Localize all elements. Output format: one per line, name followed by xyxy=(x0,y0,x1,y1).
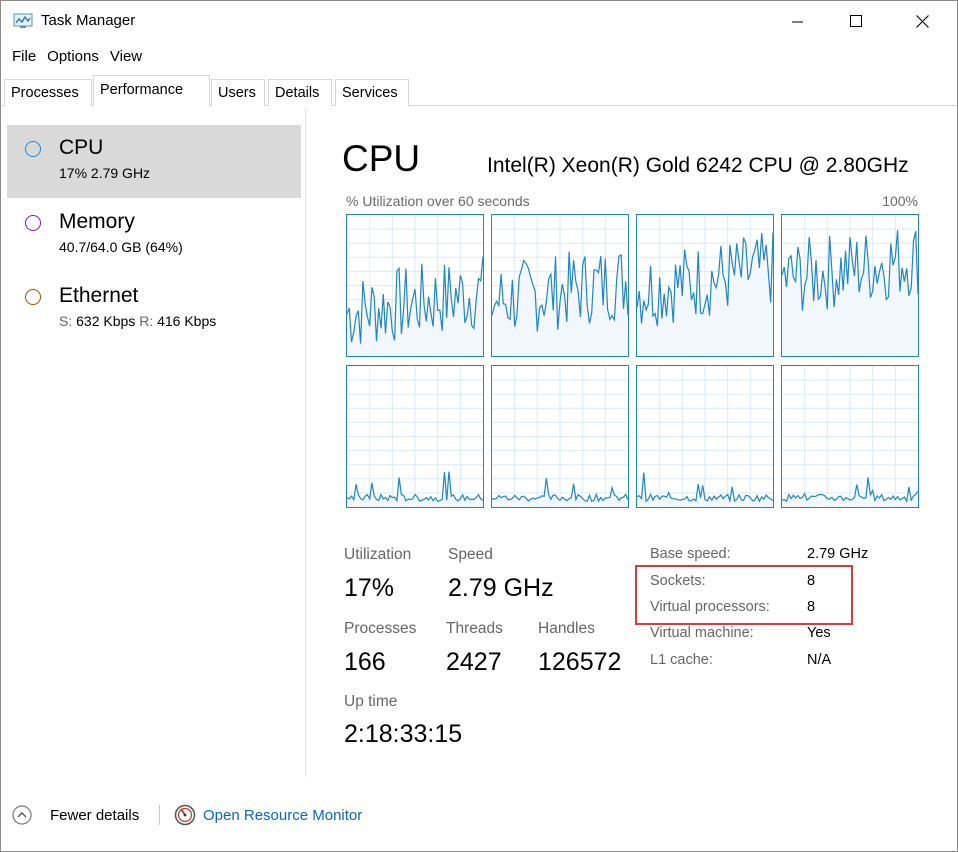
receive-value: 416 Kbps xyxy=(157,313,217,329)
processes-label: Processes xyxy=(344,620,417,637)
tab-performance[interactable]: Performance xyxy=(93,75,210,106)
virtual-machine-value: Yes xyxy=(807,625,831,641)
memory-circle-icon xyxy=(25,215,41,231)
cpu-core-graph xyxy=(346,214,485,358)
cpu-core-graph xyxy=(781,214,920,358)
performance-panel: CPU 17% 2.79 GHz Memory 40.7/64.0 GB (64… xyxy=(1,107,957,777)
task-manager-icon xyxy=(13,13,33,28)
core-graph-canvas xyxy=(781,215,920,358)
speed-label: Speed xyxy=(448,546,493,563)
tab-bar: Processes Performance Users Details Serv… xyxy=(1,75,957,107)
cpu-core-graph xyxy=(346,365,485,509)
receive-label: R: xyxy=(139,313,154,329)
base-speed-label: Base speed: xyxy=(650,546,731,562)
cpu-core-graph xyxy=(636,365,775,509)
cpu-graph-grid[interactable] xyxy=(346,214,920,512)
utilization-label: Utilization xyxy=(344,546,412,563)
graph-caption: % Utilization over 60 seconds xyxy=(346,193,530,209)
uptime-value: 2:18:33:15 xyxy=(344,720,463,748)
send-label: S: xyxy=(59,313,73,329)
cpu-model-name: Intel(R) Xeon(R) Gold 6242 CPU @ 2.80GHz xyxy=(487,154,909,177)
handles-label: Handles xyxy=(538,620,595,637)
footer-divider xyxy=(159,805,160,825)
resource-sidebar: CPU 17% 2.79 GHz Memory 40.7/64.0 GB (64… xyxy=(1,107,306,777)
resource-monitor-icon[interactable] xyxy=(174,804,196,826)
sidebar-item-cpu[interactable]: CPU 17% 2.79 GHz xyxy=(7,125,301,198)
tab-users[interactable]: Users xyxy=(211,79,265,106)
close-button[interactable] xyxy=(893,1,951,41)
base-speed-value: 2.79 GHz xyxy=(807,546,869,562)
highlight-box xyxy=(635,565,853,625)
minimize-icon xyxy=(792,21,803,23)
maximize-button[interactable] xyxy=(827,1,885,41)
sidebar-item-subtitle: 17% 2.79 GHz xyxy=(59,165,151,181)
cpu-core-graph xyxy=(636,214,775,358)
utilization-value: 17% xyxy=(344,574,395,602)
menu-file[interactable]: File xyxy=(1,45,43,69)
core-graph-canvas xyxy=(346,215,485,358)
fewer-details-button[interactable]: Fewer details xyxy=(50,807,139,824)
core-graph-canvas xyxy=(491,215,630,358)
menu-view[interactable]: View xyxy=(106,45,149,69)
task-manager-window: Task Manager File Options View Processes… xyxy=(0,0,958,852)
sidebar-item-subtitle: S: 632 Kbps R: 416 Kbps xyxy=(59,313,216,329)
speed-value: 2.79 GHz xyxy=(448,574,554,602)
l1-cache-label: L1 cache: xyxy=(650,652,713,668)
uptime-label: Up time xyxy=(344,693,398,710)
virtual-machine-label: Virtual machine: xyxy=(650,625,754,641)
page-title: CPU xyxy=(342,138,421,179)
core-graph-canvas xyxy=(636,366,775,509)
menu-bar: File Options View xyxy=(1,45,149,69)
footer-bar: Fewer details Open Resource Monitor xyxy=(1,777,957,851)
cpu-circle-icon xyxy=(25,141,41,157)
threads-label: Threads xyxy=(446,620,503,637)
core-graph-canvas xyxy=(492,366,630,509)
close-icon xyxy=(915,14,929,28)
send-value: 632 Kbps xyxy=(76,313,136,329)
handles-value: 126572 xyxy=(538,648,622,676)
menu-options[interactable]: Options xyxy=(43,45,106,69)
cpu-core-graph xyxy=(781,365,920,509)
sidebar-item-memory[interactable]: Memory 40.7/64.0 GB (64%) xyxy=(7,199,301,272)
cpu-core-graph xyxy=(491,365,630,509)
minimize-button[interactable] xyxy=(769,1,827,41)
cpu-details: CPU Intel(R) Xeon(R) Gold 6242 CPU @ 2.8… xyxy=(307,107,957,777)
window-title: Task Manager xyxy=(41,12,136,29)
core-graph-canvas xyxy=(346,366,485,509)
threads-value: 2427 xyxy=(446,648,502,676)
tab-processes[interactable]: Processes xyxy=(4,79,92,106)
l1-cache-value: N/A xyxy=(807,652,832,668)
sidebar-item-subtitle: 40.7/64.0 GB (64%) xyxy=(59,239,183,255)
core-graph-canvas xyxy=(781,366,920,509)
sidebar-item-title: CPU xyxy=(59,136,104,159)
ethernet-circle-icon xyxy=(25,289,41,305)
title-bar[interactable]: Task Manager xyxy=(1,1,957,41)
processes-value: 166 xyxy=(344,648,386,676)
sidebar-item-ethernet[interactable]: Ethernet S: 632 Kbps R: 416 Kbps xyxy=(7,273,301,346)
graph-max-label: 100% xyxy=(882,193,918,209)
maximize-icon xyxy=(850,15,862,27)
tab-services[interactable]: Services xyxy=(335,79,409,106)
sidebar-item-title: Ethernet xyxy=(59,284,139,307)
core-graph-canvas xyxy=(636,215,775,358)
chevron-up-circle-icon[interactable] xyxy=(12,805,32,825)
sidebar-item-title: Memory xyxy=(59,210,135,233)
cpu-core-graph xyxy=(491,214,630,358)
open-resource-monitor-link[interactable]: Open Resource Monitor xyxy=(203,807,362,824)
tab-details[interactable]: Details xyxy=(268,79,332,106)
